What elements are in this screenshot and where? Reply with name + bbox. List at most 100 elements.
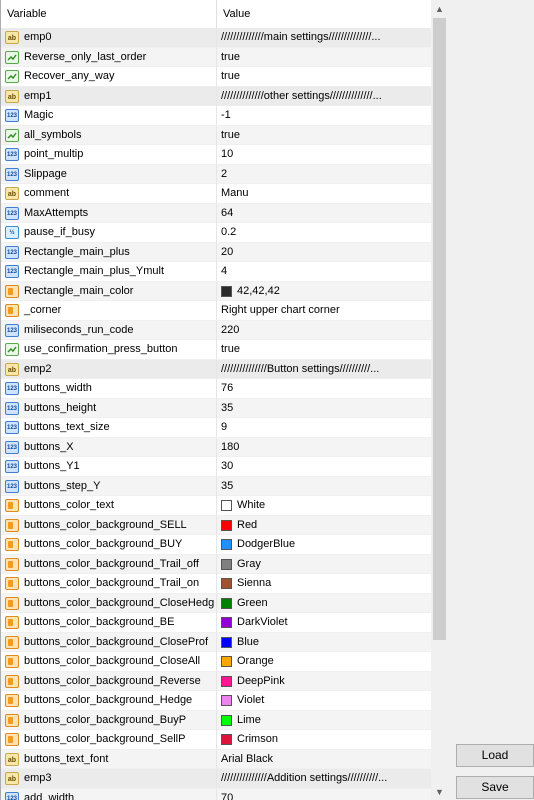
- value-text: Orange: [237, 655, 274, 667]
- parameter-row[interactable]: ab emp1 //////////////other settings//////…: [1, 86, 431, 106]
- parameter-row[interactable]: 123 Magic -1: [1, 106, 431, 126]
- parameter-row[interactable]: 123 add_width 70: [1, 788, 431, 800]
- value-cell[interactable]: 76: [217, 379, 431, 398]
- parameter-row[interactable]: _corner Right upper chart corner: [1, 301, 431, 321]
- parameter-row[interactable]: 123 Rectangle_main_plus_Ymult 4: [1, 262, 431, 282]
- value-cell[interactable]: -1: [217, 106, 431, 125]
- value-cell[interactable]: 10: [217, 145, 431, 164]
- value-cell[interactable]: 35: [217, 477, 431, 496]
- variable-cell: ab emp1: [1, 86, 217, 106]
- value-cell[interactable]: Orange: [217, 652, 431, 671]
- parameter-row[interactable]: buttons_color_background_Trail_on Sienna: [1, 574, 431, 594]
- value-cell[interactable]: Red: [217, 516, 431, 535]
- parameter-row[interactable]: Reverse_only_last_order true: [1, 47, 431, 67]
- value-cell[interactable]: true: [217, 340, 431, 359]
- value-cell[interactable]: 64: [217, 204, 431, 223]
- value-cell[interactable]: 180: [217, 438, 431, 457]
- value-cell[interactable]: 20: [217, 243, 431, 262]
- value-cell[interactable]: 70: [217, 789, 431, 800]
- parameter-row[interactable]: buttons_color_background_Trail_off Gray: [1, 554, 431, 574]
- parameter-row[interactable]: Rectangle_main_color 42,42,42: [1, 281, 431, 301]
- value-cell[interactable]: White: [217, 496, 431, 515]
- parameter-row[interactable]: use_confirmation_press_button true: [1, 340, 431, 360]
- parameter-row[interactable]: buttons_color_background_CloseHedg Green: [1, 593, 431, 613]
- value-cell[interactable]: Sienna: [217, 574, 431, 593]
- value-text: DarkViolet: [237, 616, 288, 628]
- scrollbar-thumb[interactable]: [433, 18, 446, 640]
- parameter-row[interactable]: Recover_any_way true: [1, 67, 431, 87]
- parameter-row[interactable]: buttons_color_background_SellP Crimson: [1, 730, 431, 750]
- load-button[interactable]: Load: [456, 744, 534, 767]
- vertical-scrollbar[interactable]: ▲ ▼: [431, 0, 447, 800]
- value-cell[interactable]: Blue: [217, 633, 431, 652]
- value-cell[interactable]: //////////////main settings/////////////…: [217, 28, 431, 47]
- parameter-row[interactable]: 123 Slippage 2: [1, 164, 431, 184]
- value-cell[interactable]: Manu: [217, 184, 431, 203]
- color-swatch: [221, 558, 232, 570]
- value-cell[interactable]: Violet: [217, 691, 431, 710]
- parameter-row[interactable]: buttons_color_background_CloseAll Orange: [1, 652, 431, 672]
- string-type-icon: ab: [5, 772, 19, 785]
- parameter-row[interactable]: 123 buttons_X 180: [1, 437, 431, 457]
- value-cell[interactable]: //////////////other settings////////////…: [217, 87, 431, 106]
- save-button[interactable]: Save: [456, 776, 534, 799]
- parameter-row[interactable]: buttons_color_background_CloseProf Blue: [1, 632, 431, 652]
- variable-name: buttons_color_background_CloseProf: [24, 635, 209, 648]
- color-type-icon: [5, 713, 19, 727]
- parameter-row[interactable]: buttons_color_background_Reverse DeepPink: [1, 671, 431, 691]
- integer-type-icon: 123: [5, 265, 19, 278]
- parameter-row[interactable]: buttons_color_background_BUY DodgerBlue: [1, 535, 431, 555]
- value-cell[interactable]: 35: [217, 399, 431, 418]
- value-cell[interactable]: Crimson: [217, 730, 431, 749]
- parameter-row[interactable]: buttons_color_text White: [1, 496, 431, 516]
- parameter-row[interactable]: ab emp2 ///////////////Button settings////…: [1, 359, 431, 379]
- parameter-row[interactable]: ab emp0 //////////////main settings///////…: [1, 28, 431, 48]
- value-cell[interactable]: Right upper chart corner: [217, 301, 431, 320]
- value-cell[interactable]: true: [217, 67, 431, 86]
- parameter-row[interactable]: 123 point_multip 10: [1, 145, 431, 165]
- parameter-row[interactable]: ½ pause_if_busy 0.2: [1, 223, 431, 243]
- parameter-row[interactable]: 123 buttons_text_size 9: [1, 418, 431, 438]
- value-cell[interactable]: 30: [217, 457, 431, 476]
- value-cell[interactable]: Lime: [217, 711, 431, 730]
- column-header-value[interactable]: Value: [217, 0, 431, 28]
- value-cell[interactable]: 0.2: [217, 223, 431, 242]
- parameter-row[interactable]: 123 miliseconds_run_code 220: [1, 320, 431, 340]
- parameter-row[interactable]: ab buttons_text_font Arial Black: [1, 749, 431, 769]
- variable-name: Rectangle_main_color: [24, 284, 134, 297]
- value-cell[interactable]: ///////////////Button settings//////////…: [217, 360, 431, 379]
- parameter-row[interactable]: 123 MaxAttempts 64: [1, 203, 431, 223]
- value-cell[interactable]: DeepPink: [217, 672, 431, 691]
- parameter-row[interactable]: ab comment Manu: [1, 184, 431, 204]
- parameter-row[interactable]: buttons_color_background_BE DarkViolet: [1, 613, 431, 633]
- parameter-row[interactable]: 123 buttons_step_Y 35: [1, 476, 431, 496]
- parameter-row[interactable]: buttons_color_background_SELL Red: [1, 515, 431, 535]
- value-cell[interactable]: true: [217, 48, 431, 67]
- parameter-row[interactable]: 123 buttons_width 76: [1, 379, 431, 399]
- variable-cell: _corner: [1, 301, 217, 320]
- parameter-row[interactable]: buttons_color_background_Hedge Violet: [1, 691, 431, 711]
- value-cell[interactable]: DarkViolet: [217, 613, 431, 632]
- value-cell[interactable]: 9: [217, 418, 431, 437]
- scroll-up-icon[interactable]: ▲: [431, 0, 447, 17]
- parameter-row[interactable]: 123 Rectangle_main_plus 20: [1, 242, 431, 262]
- value-cell[interactable]: Gray: [217, 555, 431, 574]
- value-cell[interactable]: Arial Black: [217, 750, 431, 769]
- value-cell[interactable]: 4: [217, 262, 431, 281]
- parameter-row[interactable]: all_symbols true: [1, 125, 431, 145]
- parameter-row[interactable]: ab emp3 ///////////////Addition settings//…: [1, 769, 431, 789]
- value-cell[interactable]: DodgerBlue: [217, 535, 431, 554]
- parameter-row[interactable]: 123 buttons_Y1 30: [1, 457, 431, 477]
- value-cell[interactable]: Green: [217, 594, 431, 613]
- parameter-row[interactable]: buttons_color_background_BuyP Lime: [1, 710, 431, 730]
- parameter-row[interactable]: 123 buttons_height 35: [1, 398, 431, 418]
- column-header-variable[interactable]: Variable: [1, 0, 217, 28]
- value-cell[interactable]: true: [217, 126, 431, 145]
- value-text: Sienna: [237, 577, 272, 589]
- value-cell[interactable]: 220: [217, 321, 431, 340]
- value-cell[interactable]: 2: [217, 165, 431, 184]
- value-cell[interactable]: 42,42,42: [217, 282, 431, 301]
- integer-type-icon: 123: [5, 460, 19, 473]
- value-cell[interactable]: ///////////////Addition settings////////…: [217, 769, 431, 788]
- scroll-down-icon[interactable]: ▼: [431, 783, 447, 800]
